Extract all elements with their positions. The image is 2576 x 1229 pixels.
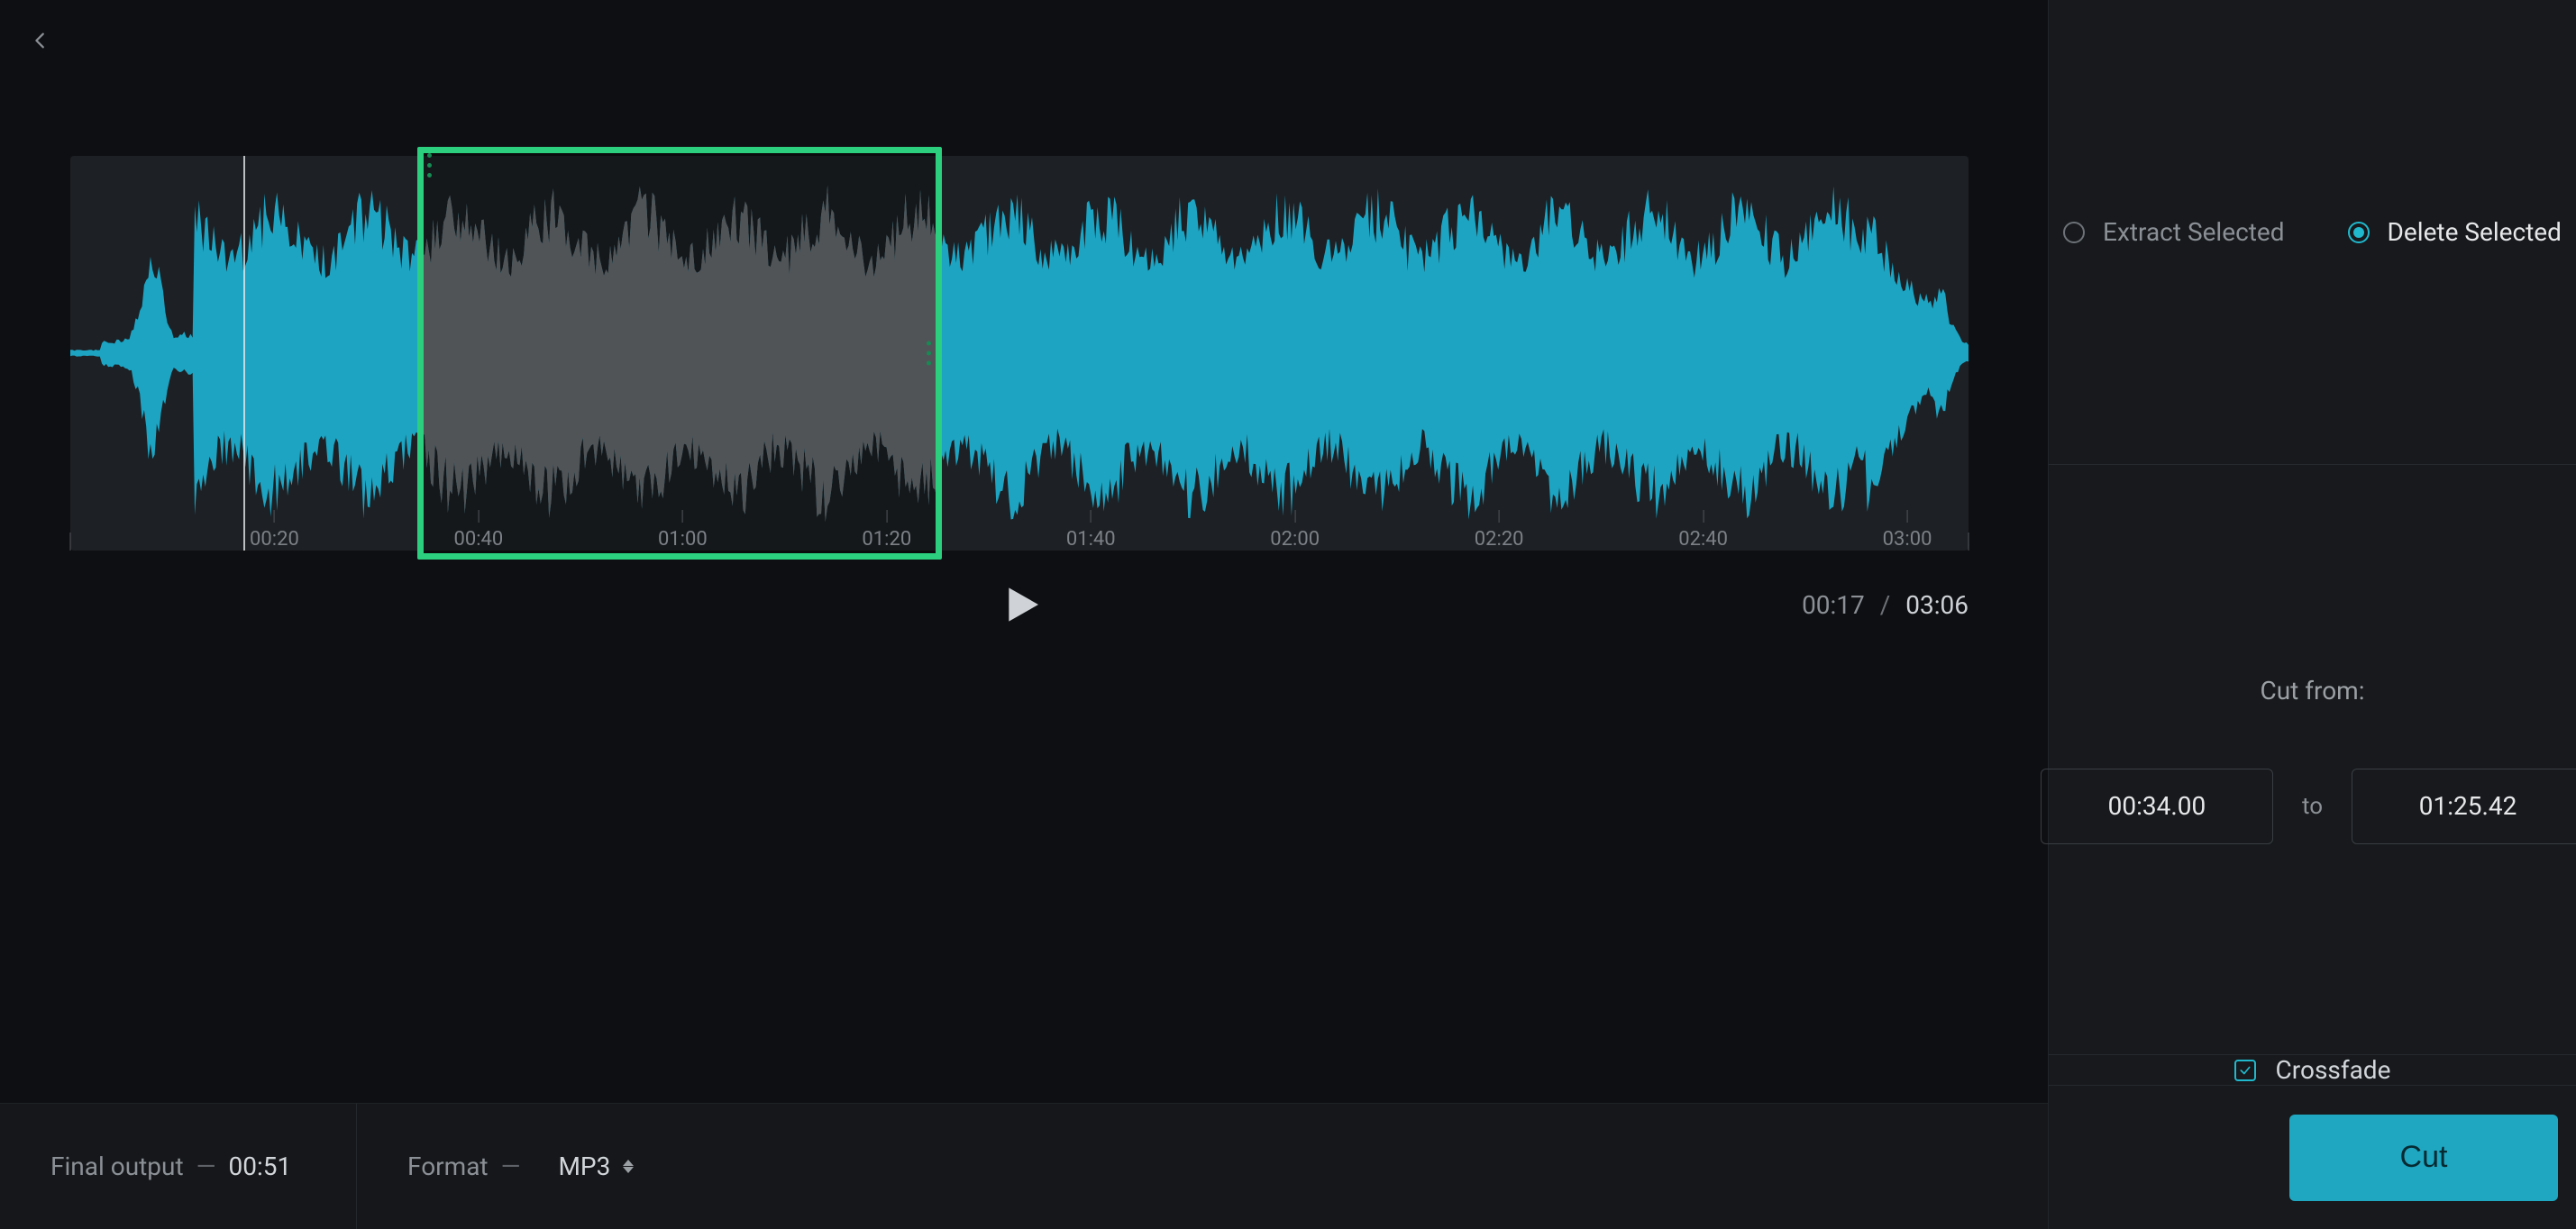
time-current: 00:17 (1802, 590, 1865, 620)
stepper-icon (623, 1160, 634, 1173)
waveform-track[interactable]: 00:2000:4001:0001:2001:4002:0002:2002:40… (70, 156, 1969, 551)
range-label: Cut from: (2260, 676, 2364, 706)
final-output-value: 00:51 (229, 1152, 292, 1181)
mode-extract-label: Extract Selected (2103, 217, 2284, 247)
side-panel: Extract Selected Delete Selected Cut fro… (2048, 0, 2576, 1229)
format-select[interactable]: MP3 (558, 1152, 634, 1181)
crossfade-section: Crossfade (2049, 1055, 2576, 1086)
editor-main: 00:2000:4001:0001:2001:4002:0002:2002:40… (0, 0, 2048, 1229)
format-label: Format (407, 1152, 489, 1181)
crossfade-checkbox[interactable] (2234, 1060, 2256, 1081)
radio-icon (2063, 222, 2085, 243)
back-button[interactable] (25, 25, 56, 56)
time-duration: 03:06 (1905, 590, 1969, 620)
play-icon (994, 579, 1045, 630)
time-readout: 00:17 / 03:06 (1802, 590, 1969, 620)
format-cell: Format — MP3 (357, 1104, 684, 1229)
range-to-label: to (2302, 793, 2323, 820)
mode-delete-label: Delete Selected (2388, 217, 2562, 247)
mode-section: Extract Selected Delete Selected (2049, 0, 2576, 465)
chevron-left-icon (31, 25, 50, 56)
cut-button-label: Cut (2400, 1140, 2448, 1175)
radio-icon (2348, 222, 2370, 243)
crossfade-label: Crossfade (2276, 1055, 2391, 1085)
range-from-input[interactable]: 00:34.00 (2041, 769, 2273, 844)
range-to-input[interactable]: 01:25.42 (2352, 769, 2576, 844)
play-button[interactable] (994, 579, 1045, 630)
mode-extract-option[interactable]: Extract Selected (2063, 217, 2284, 247)
cut-button[interactable]: Cut (2289, 1115, 2558, 1201)
action-section: Cut (2049, 1086, 2576, 1229)
final-output-label: Final output (50, 1152, 184, 1181)
mode-delete-option[interactable]: Delete Selected (2348, 217, 2562, 247)
waveform-selection-mask (417, 156, 942, 551)
playhead[interactable] (243, 156, 245, 551)
final-output-cell: Final output — 00:51 (0, 1104, 357, 1229)
waveform (70, 156, 1969, 551)
range-section: Cut from: 00:34.00 to 01:25.42 (2049, 465, 2576, 1055)
check-icon (2239, 1064, 2252, 1077)
footer-bar: Final output — 00:51 Format — MP3 (0, 1103, 2048, 1229)
format-value: MP3 (558, 1152, 610, 1181)
